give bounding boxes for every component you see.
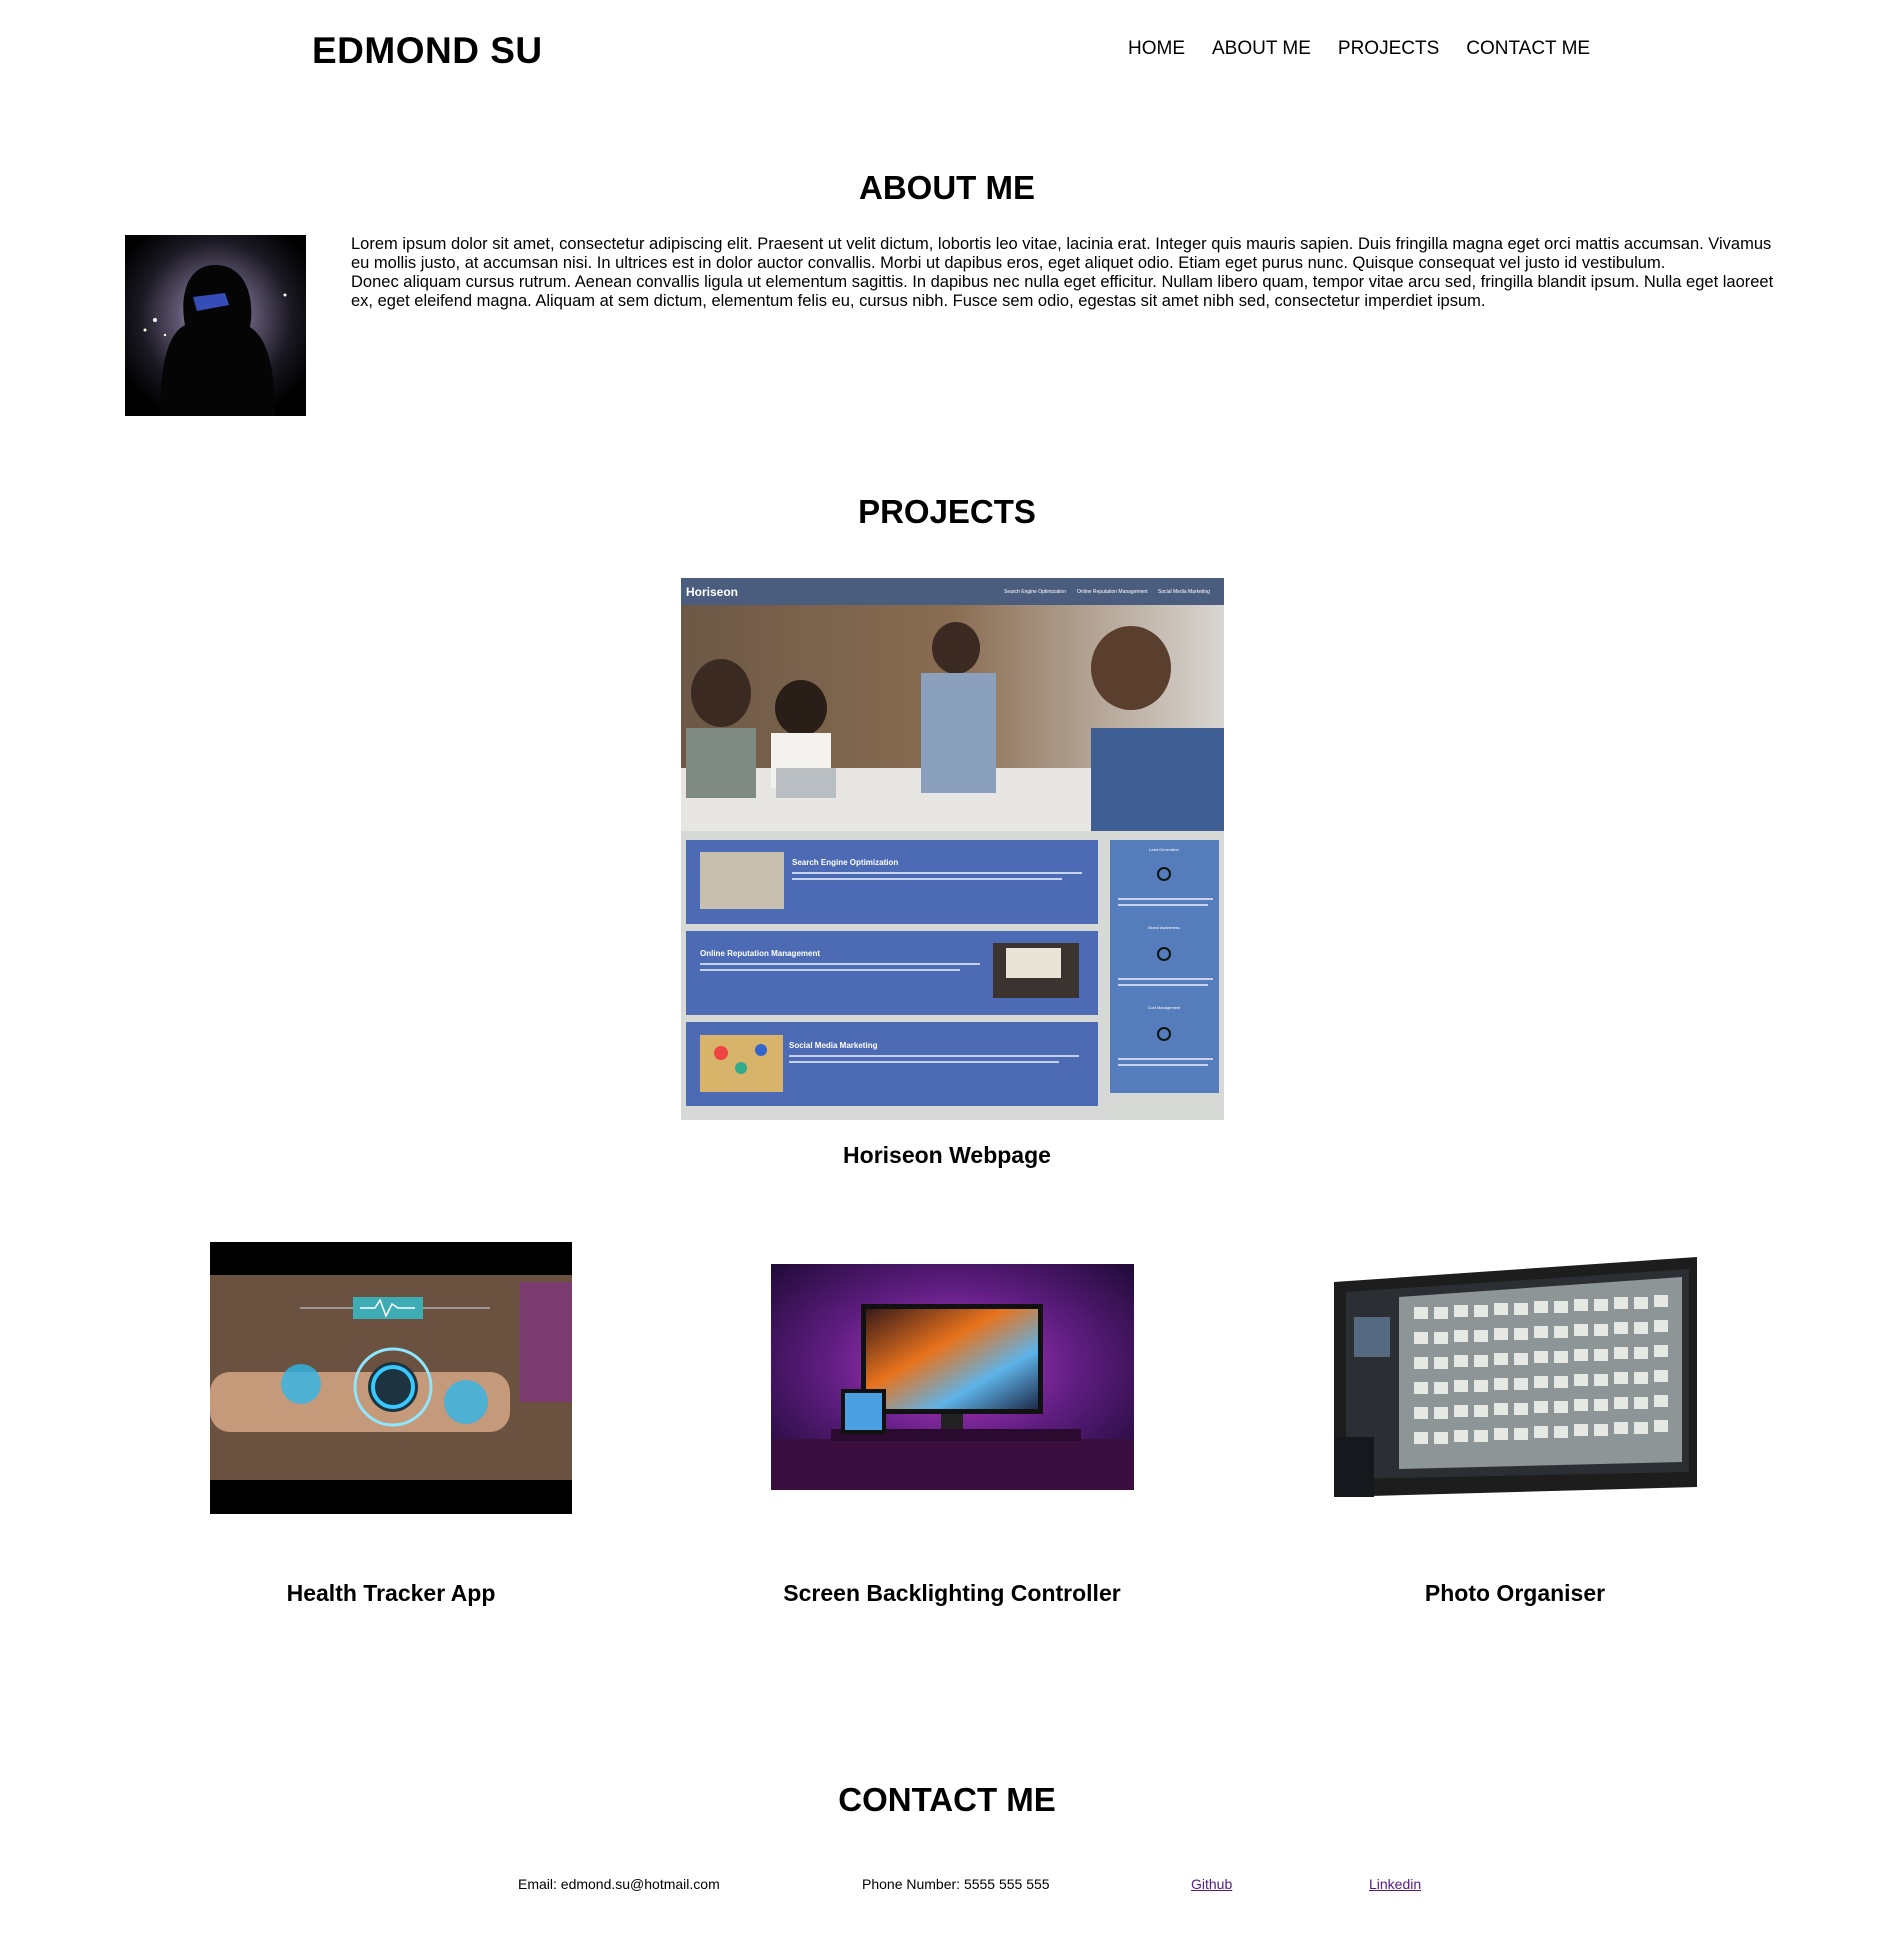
project-caption-horiseon: Horiseon Webpage bbox=[843, 1142, 1051, 1168]
horiseon-nav-1: Search Engine Optimization bbox=[1004, 589, 1066, 595]
health-tracker-image[interactable] bbox=[210, 1242, 572, 1514]
contact-email: Email: edmond.su@hotmail.com bbox=[518, 1876, 720, 1892]
linkedin-link[interactable]: Linkedin bbox=[1369, 1876, 1421, 1892]
nav-projects[interactable]: PROJECTS bbox=[1338, 38, 1439, 60]
projects-heading: PROJECTS bbox=[858, 493, 1036, 530]
horiseon-brand: Horiseon bbox=[686, 585, 738, 599]
horiseon-nav-2: Online Reputation Management bbox=[1077, 589, 1148, 595]
horiseon-nav-3: Social Media Marketing bbox=[1158, 589, 1210, 595]
nav-contact-me[interactable]: CONTACT ME bbox=[1466, 38, 1590, 60]
horiseon-side-3: Cost Management bbox=[1148, 1005, 1182, 1010]
site-title: EDMOND SU bbox=[312, 30, 543, 71]
about-heading: ABOUT ME bbox=[859, 169, 1035, 206]
main-nav: HOME ABOUT ME PROJECTS CONTACT ME bbox=[1128, 38, 1590, 60]
profile-photo bbox=[125, 235, 306, 416]
horiseon-screenshot[interactable]: Horiseon Search Engine Optimization Onli… bbox=[681, 578, 1224, 1120]
about-text: Lorem ipsum dolor sit amet, consectetur … bbox=[351, 235, 1781, 311]
about-paragraph-2: Donec aliquam cursus rutrum. Aenean conv… bbox=[351, 273, 1774, 310]
nav-about-me[interactable]: ABOUT ME bbox=[1212, 38, 1311, 60]
project-caption-screen-backlighting: Screen Backlighting Controller bbox=[783, 1580, 1121, 1606]
github-link[interactable]: Github bbox=[1191, 1876, 1232, 1892]
photo-organiser-image[interactable] bbox=[1334, 1257, 1697, 1497]
horiseon-card-3-title: Social Media Marketing bbox=[789, 1041, 878, 1050]
nav-home[interactable]: HOME bbox=[1128, 38, 1185, 60]
contact-heading: CONTACT ME bbox=[838, 1781, 1056, 1818]
horiseon-side-1: Lead Generation bbox=[1149, 847, 1179, 852]
about-paragraph-1: Lorem ipsum dolor sit amet, consectetur … bbox=[351, 235, 1772, 272]
project-caption-photo-organiser: Photo Organiser bbox=[1424, 1580, 1606, 1606]
project-caption-health-tracker: Health Tracker App bbox=[286, 1580, 496, 1606]
screen-backlighting-image[interactable] bbox=[771, 1264, 1134, 1490]
horiseon-side-2: Brand Awareness bbox=[1148, 925, 1179, 930]
horiseon-card-1-title: Search Engine Optimization bbox=[792, 858, 898, 867]
horiseon-card-2-title: Online Reputation Management bbox=[700, 949, 820, 958]
contact-phone: Phone Number: 5555 555 555 bbox=[862, 1876, 1050, 1892]
